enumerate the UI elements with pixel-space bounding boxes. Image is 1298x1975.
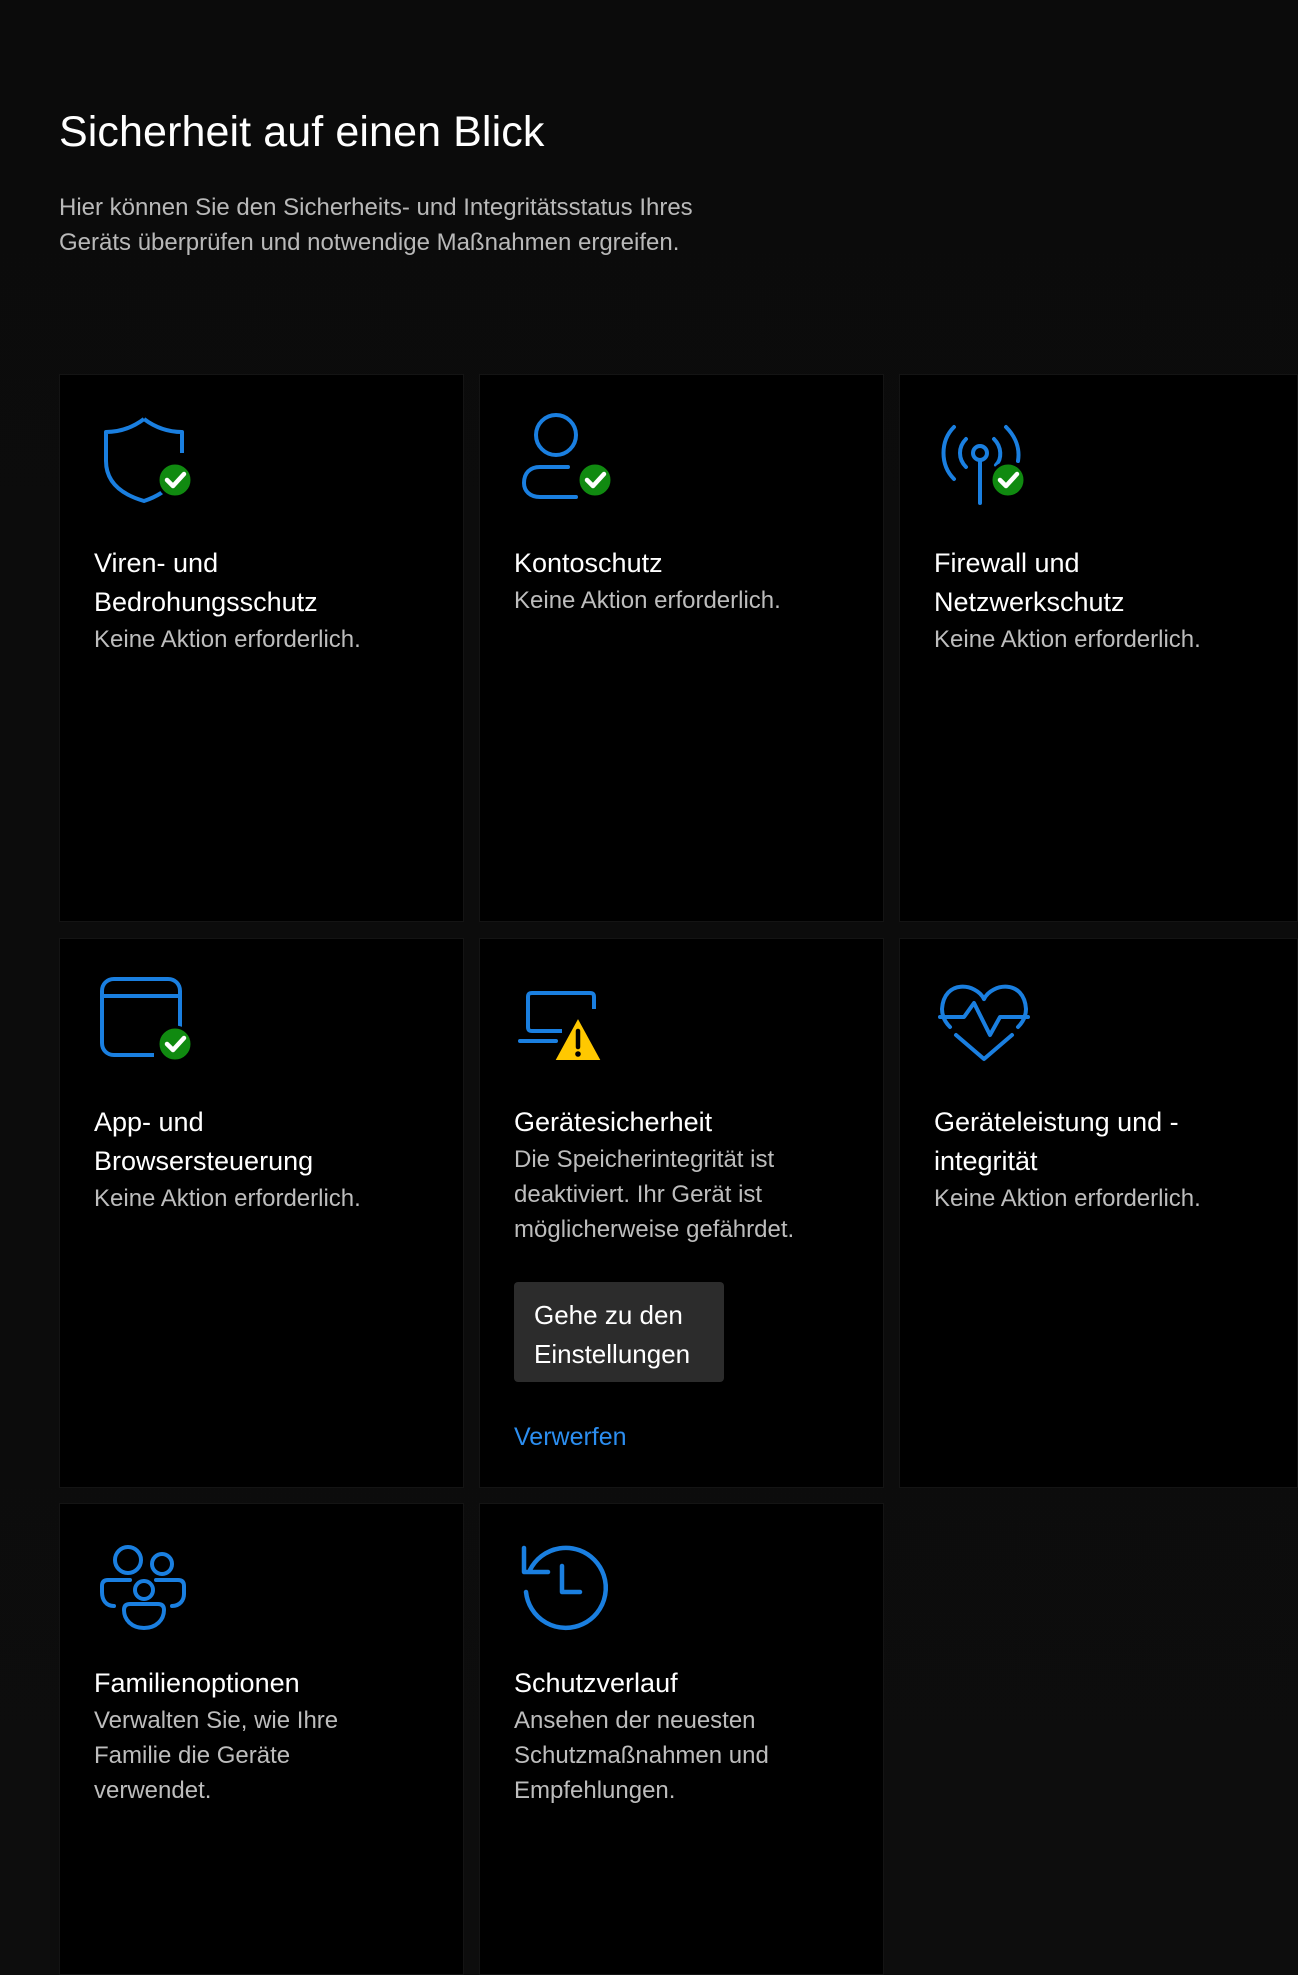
tile-family-options[interactable]: Familienoptionen Verwalten Sie, wie Ihre… xyxy=(59,1503,464,1975)
tile-protection-history[interactable]: Schutzverlauf Ansehen der neuesten Schut… xyxy=(479,1503,884,1975)
check-badge-icon xyxy=(989,461,1027,499)
tile-status: Keine Aktion erforderlich. xyxy=(94,626,361,653)
tile-title-line2: Bedrohungsschutz xyxy=(94,587,318,617)
tile-status: Keine Aktion erforderlich. xyxy=(934,1185,1201,1212)
tile-status-line1: Verwalten Sie, wie Ihre xyxy=(94,1707,339,1734)
tile-content: App- und Browsersteuerung Keine Aktion e… xyxy=(94,1103,434,1216)
shield-icon xyxy=(96,411,194,507)
check-badge-icon xyxy=(156,461,194,499)
tile-content: Kontoschutz Keine Aktion erforderlich. xyxy=(514,544,854,618)
tile-status-line1: Ansehen der neuesten xyxy=(514,1707,756,1734)
tile-title: Kontoschutz xyxy=(514,548,663,578)
dismiss-link[interactable]: Verwerfen xyxy=(514,1423,627,1452)
tile-status-line3: möglicherweise gefährdet. xyxy=(514,1216,795,1243)
tile-status: Keine Aktion erforderlich. xyxy=(94,1185,361,1212)
check-badge-icon xyxy=(156,1025,194,1063)
tile-status-line1: Die Speicherintegrität ist xyxy=(514,1146,775,1173)
laptop-icon xyxy=(516,975,612,1071)
tile-status-line3: Empfehlungen. xyxy=(514,1777,676,1804)
tile-content: Geräteleistung und - integrität Keine Ak… xyxy=(934,1103,1274,1216)
button-label-line1: Gehe zu den xyxy=(534,1300,683,1330)
tile-firewall[interactable]: Firewall und Netzwerkschutz Keine Aktion… xyxy=(899,374,1298,922)
warning-badge-icon xyxy=(553,1016,603,1062)
tile-title: Schutzverlauf xyxy=(514,1668,678,1698)
tile-title: Firewall und xyxy=(934,548,1080,578)
tile-content: Viren- und Bedrohungsschutz Keine Aktion… xyxy=(94,544,434,657)
history-clock-icon xyxy=(516,1540,612,1636)
tile-title: Viren- und xyxy=(94,548,219,578)
tile-title-line2: Browsersteuerung xyxy=(94,1146,314,1176)
tile-status-line2: Familie die Geräte xyxy=(94,1742,291,1769)
tile-content: Gerätesicherheit Die Speicherintegrität … xyxy=(514,1103,854,1247)
person-icon xyxy=(516,411,614,507)
wireless-antenna-icon xyxy=(936,411,1032,507)
family-icon xyxy=(96,1540,192,1636)
tile-content: Firewall und Netzwerkschutz Keine Aktion… xyxy=(934,544,1274,657)
tile-title: Gerätesicherheit xyxy=(514,1107,713,1137)
tile-title-line2: integrität xyxy=(934,1146,1038,1176)
go-to-settings-button[interactable]: Gehe zu den Einstellungen xyxy=(514,1282,724,1382)
tile-title: Familienoptionen xyxy=(94,1668,300,1698)
tile-title: App- und xyxy=(94,1107,204,1137)
tile-status-line2: Schutzmaßnahmen und xyxy=(514,1742,769,1769)
tile-content: Schutzverlauf Ansehen der neuesten Schut… xyxy=(514,1664,854,1808)
tile-account-protection[interactable]: Kontoschutz Keine Aktion erforderlich. xyxy=(479,374,884,922)
browser-window-icon xyxy=(96,975,194,1071)
tile-app-browser-control[interactable]: App- und Browsersteuerung Keine Aktion e… xyxy=(59,938,464,1488)
check-badge-icon xyxy=(576,461,614,499)
tile-title-line2: Netzwerkschutz xyxy=(934,587,1125,617)
button-label-line2: Einstellungen xyxy=(534,1339,691,1369)
tile-status-line3: verwendet. xyxy=(94,1777,212,1804)
tile-virus-protection[interactable]: Viren- und Bedrohungsschutz Keine Aktion… xyxy=(59,374,464,922)
tile-device-performance[interactable]: Geräteleistung und - integrität Keine Ak… xyxy=(899,938,1298,1488)
tile-title: Geräteleistung und - xyxy=(934,1107,1179,1137)
tile-status-line2: deaktiviert. Ihr Gerät ist xyxy=(514,1181,763,1208)
page-title: Sicherheit auf einen Blick xyxy=(59,108,545,156)
security-overview-page: Sicherheit auf einen Blick Hier können S… xyxy=(0,0,1298,1975)
tile-device-security[interactable]: Gerätesicherheit Die Speicherintegrität … xyxy=(479,938,884,1488)
tile-status: Keine Aktion erforderlich. xyxy=(514,587,781,614)
tile-content: Familienoptionen Verwalten Sie, wie Ihre… xyxy=(94,1664,434,1808)
page-subtitle: Hier können Sie den Sicherheits- und Int… xyxy=(59,194,693,256)
heart-pulse-icon xyxy=(936,975,1032,1071)
tile-status: Keine Aktion erforderlich. xyxy=(934,626,1201,653)
